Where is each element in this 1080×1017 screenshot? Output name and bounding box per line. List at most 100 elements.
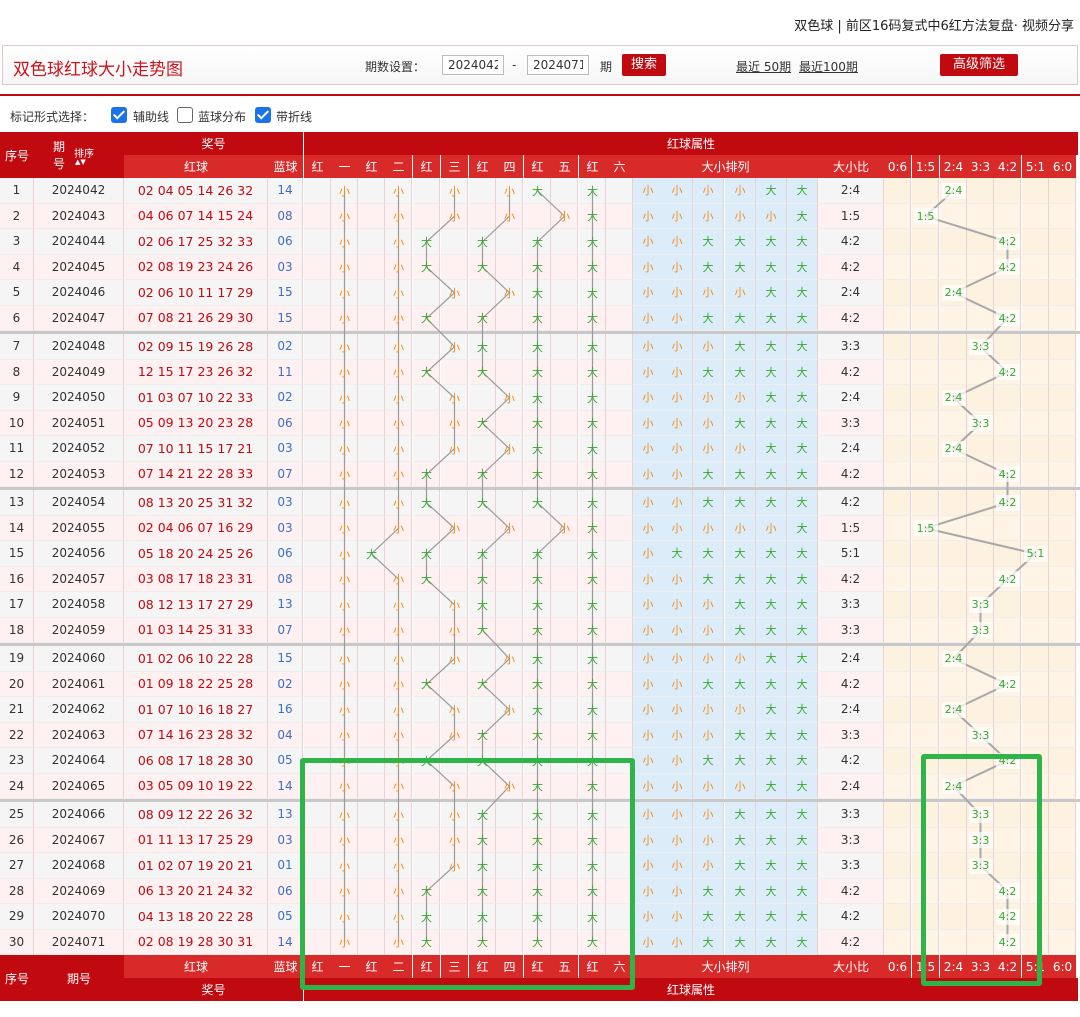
row-period: 2024069 bbox=[34, 878, 124, 904]
row-blue-ball: 14 bbox=[268, 178, 303, 204]
size-order-cell: 大 bbox=[725, 229, 756, 255]
ratio-cell bbox=[912, 410, 939, 436]
ratio-cell bbox=[1049, 178, 1076, 204]
size-order-cell: 大 bbox=[787, 697, 818, 723]
position-mark: 大 bbox=[587, 468, 598, 482]
ratio-cell bbox=[940, 305, 967, 331]
blue-distribution-checkbox[interactable] bbox=[177, 107, 193, 123]
size-order-cell: 小 bbox=[662, 254, 693, 280]
size-order-cell: 小 bbox=[725, 697, 756, 723]
row-red-balls: 02 06 17 25 32 33 bbox=[124, 229, 268, 255]
position-mark: 大 bbox=[587, 391, 598, 405]
ratio-cell bbox=[1022, 566, 1049, 592]
row-red-balls: 08 12 13 17 27 29 bbox=[124, 592, 268, 618]
ratio-cell bbox=[1049, 410, 1076, 436]
position-mark: 小 bbox=[339, 391, 350, 405]
size-order-cell: 小 bbox=[633, 203, 664, 229]
position-cell bbox=[469, 280, 496, 306]
row-blue-ball: 07 bbox=[268, 461, 303, 487]
footer-ratio-0: 0:6 bbox=[884, 955, 911, 978]
ratio-cell bbox=[1049, 697, 1076, 723]
size-order-cell: 大 bbox=[756, 773, 787, 799]
position-mark: 大 bbox=[366, 547, 377, 561]
position-mark: 大 bbox=[477, 366, 488, 380]
position-mark: 大 bbox=[587, 442, 598, 456]
position-cell bbox=[441, 541, 468, 567]
position-mark: 小 bbox=[393, 312, 404, 326]
position-cell bbox=[441, 461, 468, 487]
size-order-cell: 大 bbox=[725, 748, 756, 774]
position-mark: 大 bbox=[421, 496, 432, 510]
position-mark: 大 bbox=[532, 286, 543, 300]
auxiliary-line-checkbox[interactable] bbox=[111, 107, 127, 123]
period-to-input[interactable] bbox=[527, 55, 589, 75]
seq-header: 序号 bbox=[0, 132, 34, 178]
position-header-11: 六 bbox=[606, 155, 633, 178]
size-order-cell: 小 bbox=[693, 385, 724, 411]
size-order-cell: 小 bbox=[633, 853, 664, 879]
size-order-cell: 大 bbox=[756, 592, 787, 618]
row-size-ratio: 4:2 bbox=[818, 878, 884, 904]
row-seq: 27 bbox=[0, 853, 34, 879]
size-order-cell: 小 bbox=[633, 802, 664, 828]
position-cell bbox=[358, 515, 385, 541]
position-cell bbox=[551, 722, 578, 748]
size-order-cell: 小 bbox=[633, 671, 664, 697]
position-mark: 小 bbox=[393, 729, 404, 743]
position-cell bbox=[606, 229, 633, 255]
row-blue-ball: 15 bbox=[268, 305, 303, 331]
position-mark: 大 bbox=[587, 184, 598, 198]
size-order-cell: 大 bbox=[756, 617, 787, 643]
period-unit: 期 bbox=[600, 60, 613, 74]
position-header-9: 五 bbox=[551, 155, 578, 178]
position-cell bbox=[358, 385, 385, 411]
advanced-filter-button[interactable]: 高级筛选 bbox=[940, 54, 1018, 76]
ratio-cell bbox=[884, 697, 911, 723]
sort-arrows-icon[interactable]: ▲▼ bbox=[75, 158, 86, 166]
ratio-cell bbox=[884, 748, 911, 774]
polyline-checkbox[interactable] bbox=[255, 107, 271, 123]
size-order-cell: 小 bbox=[662, 359, 693, 385]
row-red-balls: 05 18 20 24 25 26 bbox=[124, 541, 268, 567]
position-mark: 小 bbox=[393, 598, 404, 612]
position-mark: 小 bbox=[339, 468, 350, 482]
size-order-cell: 小 bbox=[633, 334, 664, 360]
row-period: 2024056 bbox=[34, 541, 124, 567]
size-order-cell: 大 bbox=[756, 827, 787, 853]
size-order-cell: 大 bbox=[756, 254, 787, 280]
size-order-cell: 大 bbox=[787, 722, 818, 748]
period-from-input[interactable] bbox=[442, 55, 504, 75]
position-mark: 小 bbox=[339, 703, 350, 717]
ratio-cell bbox=[1049, 334, 1076, 360]
mark-form-bar: 标记形式选择： 辅助线 蓝球分布 带折线 bbox=[0, 94, 1080, 133]
ratio-cell bbox=[1022, 490, 1049, 516]
position-mark: 大 bbox=[587, 703, 598, 717]
search-button[interactable]: 搜索 bbox=[622, 54, 666, 76]
row-red-balls: 03 05 09 10 19 22 bbox=[124, 773, 268, 799]
position-cell bbox=[606, 359, 633, 385]
row-blue-ball: 01 bbox=[268, 853, 303, 879]
size-order-cell: 小 bbox=[662, 178, 693, 204]
size-order-cell: 小 bbox=[693, 515, 724, 541]
size-order-cell: 大 bbox=[756, 490, 787, 516]
row-red-balls: 04 06 07 14 15 24 bbox=[124, 203, 268, 229]
position-cell bbox=[441, 566, 468, 592]
size-order-cell: 小 bbox=[662, 436, 693, 462]
ratio-cell bbox=[884, 802, 911, 828]
size-order-cell: 大 bbox=[725, 541, 756, 567]
position-mark: 大 bbox=[587, 678, 598, 692]
footer-seq: 序号 bbox=[0, 955, 34, 1001]
size-order-cell: 小 bbox=[662, 617, 693, 643]
position-mark: 小 bbox=[504, 703, 515, 717]
ratio-header-6: 6:0 bbox=[1049, 155, 1076, 178]
recent-100-link[interactable]: 最近100期 bbox=[799, 58, 858, 75]
row-red-balls: 01 03 14 25 31 33 bbox=[124, 617, 268, 643]
position-mark: 大 bbox=[587, 624, 598, 638]
ratio-cell bbox=[884, 229, 911, 255]
position-cell bbox=[358, 280, 385, 306]
ratio-cell bbox=[884, 515, 911, 541]
recent-50-link[interactable]: 最近 50期 bbox=[736, 58, 791, 75]
position-cell bbox=[551, 254, 578, 280]
position-mark: 大 bbox=[532, 417, 543, 431]
position-mark: 大 bbox=[587, 652, 598, 666]
